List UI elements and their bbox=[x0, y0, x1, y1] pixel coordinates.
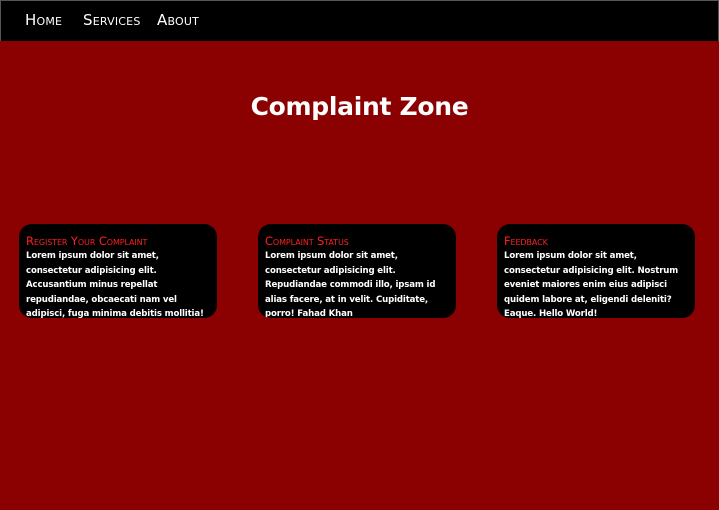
card-text: Lorem ipsum dolor sit amet, consectetur … bbox=[504, 251, 679, 318]
page-title: Complaint Zone bbox=[250, 92, 469, 121]
nav-link-home[interactable]: Home bbox=[25, 11, 62, 29]
card-feedback[interactable]: Feedback Lorem ipsum dolor sit amet, con… bbox=[497, 224, 695, 318]
card-title: Feedback bbox=[504, 234, 548, 248]
nav-link-services[interactable]: Services bbox=[83, 11, 141, 29]
card-register-complaint[interactable]: Register Your Complaint Lorem ipsum dolo… bbox=[19, 224, 217, 318]
card-text: Lorem ipsum dolor sit amet, consectetur … bbox=[265, 251, 436, 318]
card-text: Lorem ipsum dolor sit amet, consectetur … bbox=[26, 251, 204, 318]
card-title: Register Your Complaint bbox=[26, 234, 148, 248]
top-navbar: Home Services About bbox=[0, 0, 719, 41]
card-complaint-status[interactable]: Complaint Status Lorem ipsum dolor sit a… bbox=[258, 224, 456, 318]
nav-link-about[interactable]: About bbox=[157, 11, 199, 29]
card-title: Complaint Status bbox=[265, 234, 349, 248]
